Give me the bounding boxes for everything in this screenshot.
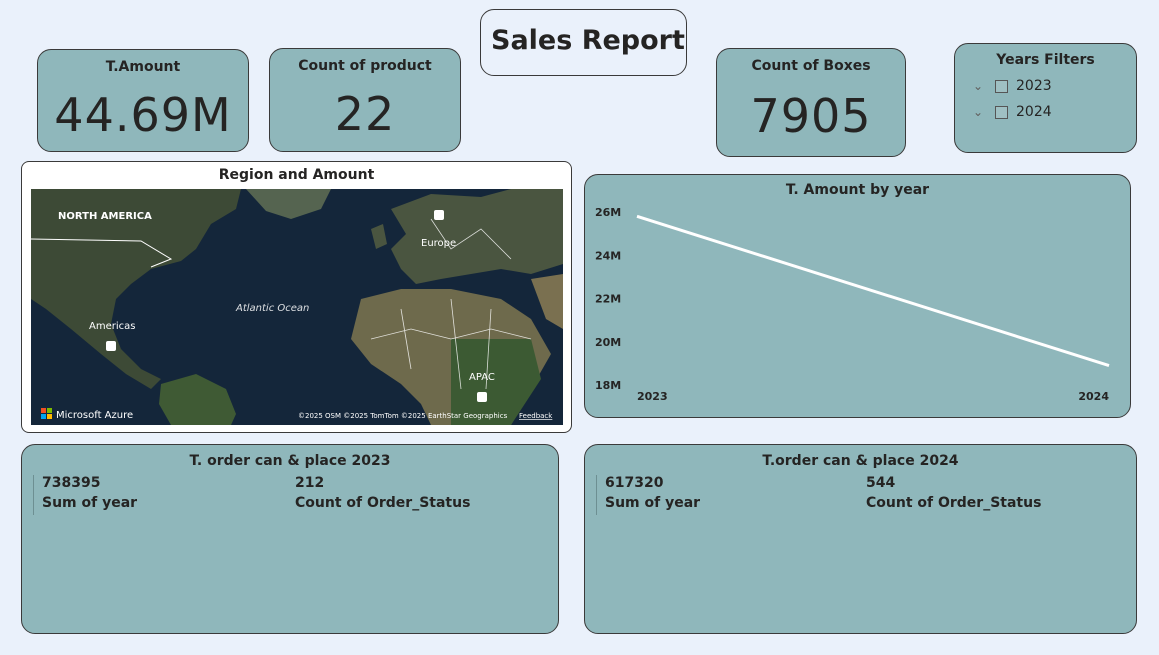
kpi-boxes-label: Count of Boxes [751, 58, 871, 74]
filter-option-label: 2024 [1016, 104, 1052, 120]
y-tick-label: 20M [595, 336, 621, 349]
map-label-americas: Americas [89, 321, 135, 332]
table-2023-count-value: 212 [295, 475, 325, 491]
table-2024-count-label: Count of Order_Status [866, 495, 1042, 511]
kpi-products-label: Count of product [298, 58, 432, 74]
report-title-box: Sales Report [480, 9, 687, 76]
map-feedback-link[interactable]: Feedback [519, 412, 553, 420]
kpi-amount-value: 44.69M [54, 88, 232, 142]
filter-option-label: 2023 [1016, 78, 1052, 94]
x-tick-label: 2023 [637, 390, 668, 403]
map-label-europe: Europe [421, 238, 456, 249]
map-label-ocean: Atlantic Ocean [235, 303, 309, 314]
map-brand: Microsoft Azure [56, 410, 133, 421]
kpi-card-products[interactable]: Count of product 22 [269, 48, 461, 152]
report-title: Sales Report [491, 25, 685, 56]
region-map[interactable]: NORTH AMERICA Europe Atlantic Ocean Amer… [31, 189, 563, 425]
orders-table-2023-card: T. order can & place 2023 738395 Sum of … [21, 444, 559, 634]
map-marker-europe[interactable] [434, 210, 444, 220]
table-2023-sum-value: 738395 [42, 475, 101, 491]
filter-option-2024[interactable]: ⌄ 2024 [973, 104, 1052, 120]
region-map-card: Region and Amount NORTH AMERICA Europe A… [21, 161, 572, 433]
y-tick-label: 18M [595, 379, 621, 392]
x-tick-label: 2024 [1078, 390, 1109, 403]
table-2024-sum-label: Sum of year [605, 495, 701, 511]
kpi-boxes-value: 7905 [750, 89, 872, 143]
series-line[interactable] [636, 214, 1110, 367]
map-attribution: ©2025 OSM ©2025 TomTom ©2025 EarthStar G… [298, 412, 508, 420]
table-2023-count-label: Count of Order_Status [295, 495, 471, 511]
kpi-card-boxes[interactable]: Count of Boxes 7905 [716, 48, 906, 157]
amount-by-year-chart-card: T. Amount by year 18M 20M 22M 24M 26M 2023 202… [584, 174, 1131, 418]
filter-option-2023[interactable]: ⌄ 2023 [973, 78, 1052, 94]
checkbox-2023[interactable] [995, 79, 1008, 93]
table-2024-title: T.order can & place 2024 [762, 453, 959, 469]
chevron-down-icon[interactable]: ⌄ [973, 105, 987, 119]
kpi-card-amount[interactable]: T.Amount 44.69M [37, 49, 249, 152]
y-tick-label: 26M [595, 206, 621, 219]
table-2023-title: T. order can & place 2023 [189, 453, 391, 469]
kpi-products-value: 22 [334, 87, 396, 141]
y-tick-label: 22M [595, 293, 621, 306]
kpi-amount-label: T.Amount [105, 59, 181, 75]
map-label-north-america: NORTH AMERICA [58, 211, 152, 222]
table-2023-sum-label: Sum of year [42, 495, 138, 511]
years-filter-slicer: Years Filters ⌄ 2023 ⌄ 2024 [954, 43, 1137, 153]
map-marker-apac[interactable] [477, 392, 487, 402]
y-tick-label: 24M [595, 249, 621, 262]
map-marker-americas[interactable] [106, 341, 116, 351]
orders-table-2024-card: T.order can & place 2024 617320 Sum of y… [584, 444, 1137, 634]
table-divider [596, 475, 597, 515]
checkbox-2024[interactable] [995, 105, 1008, 119]
table-divider [33, 475, 34, 515]
table-2024-sum-value: 617320 [605, 475, 664, 491]
amount-by-year-chart[interactable]: 18M 20M 22M 24M 26M 2023 2024 [585, 175, 1130, 417]
table-2024-count-value: 544 [866, 475, 896, 491]
europe-landmass [391, 189, 563, 284]
chevron-down-icon[interactable]: ⌄ [973, 79, 987, 93]
map-label-apac: APAC [469, 372, 495, 383]
years-filter-title: Years Filters [996, 52, 1095, 68]
map-title: Region and Amount [218, 167, 375, 183]
